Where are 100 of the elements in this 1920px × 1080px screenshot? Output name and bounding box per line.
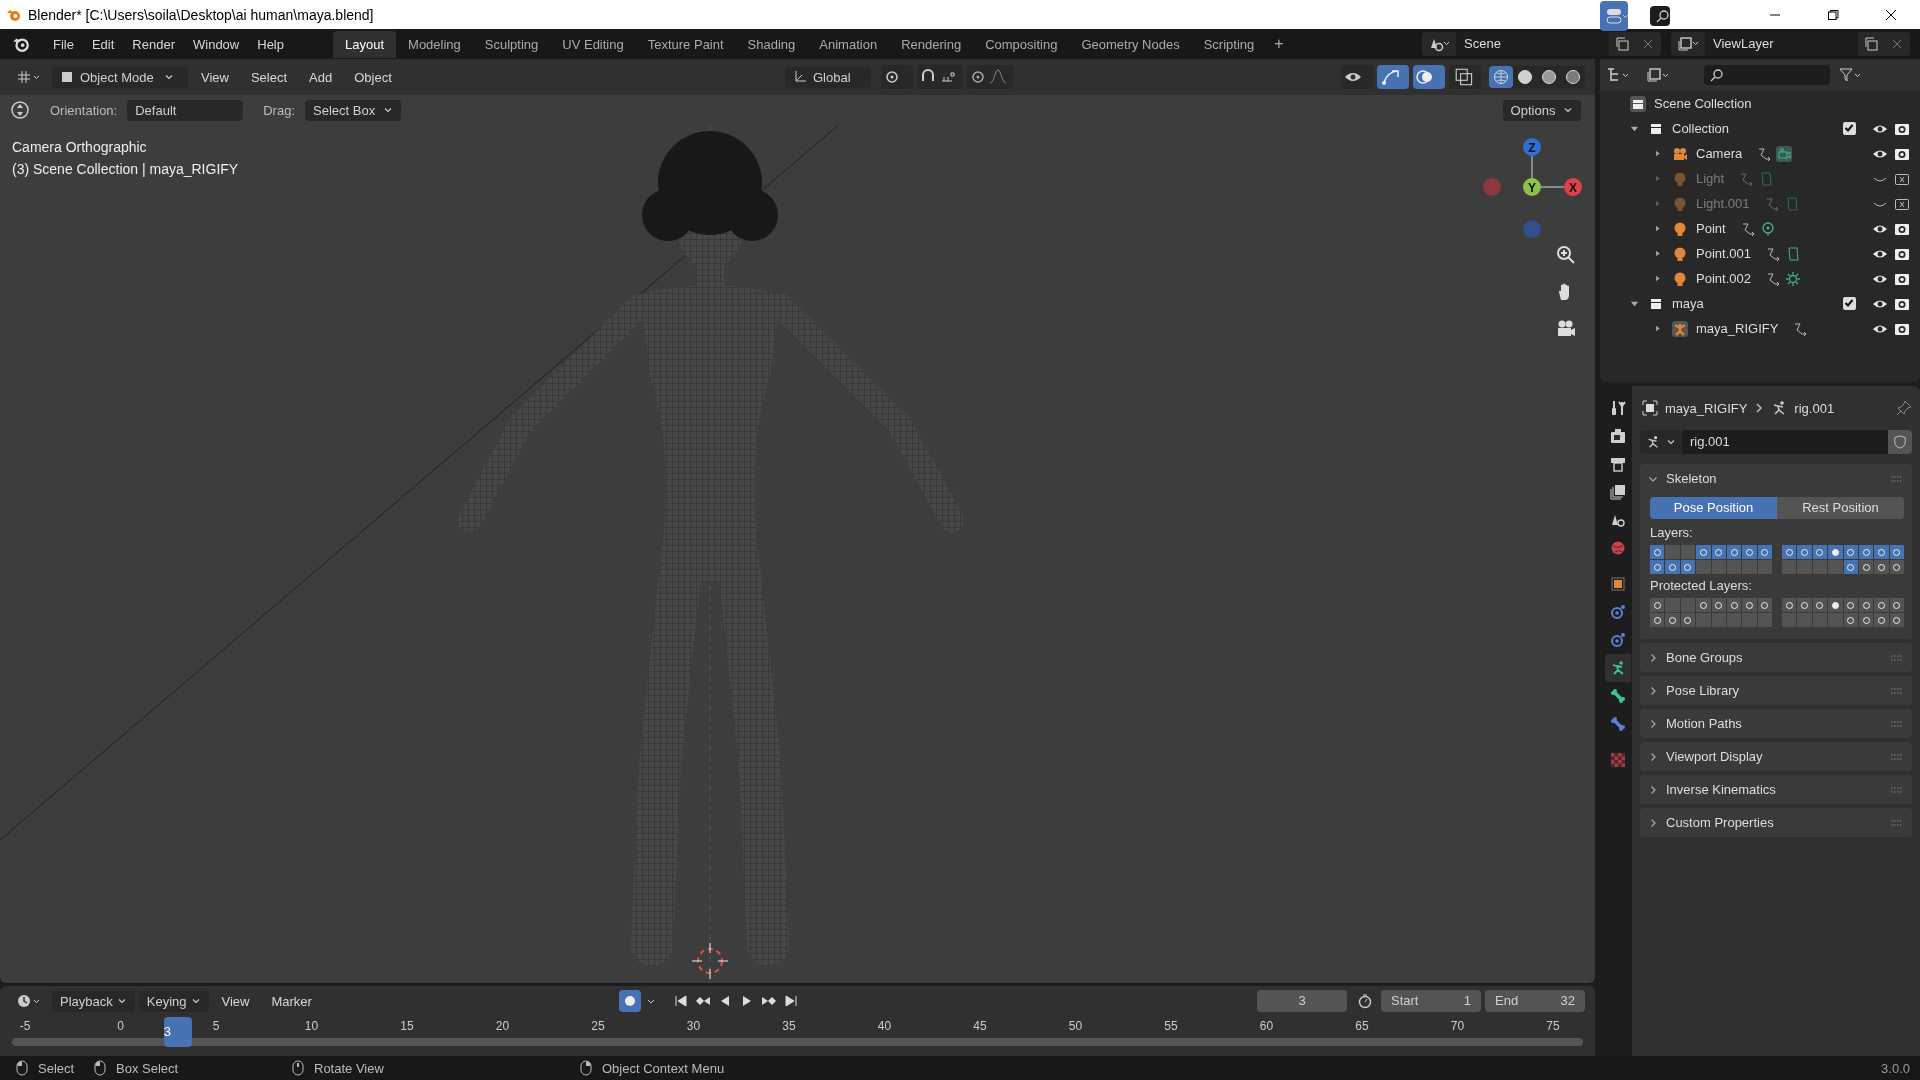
- gizmo-toggle-icon[interactable]: [1377, 65, 1409, 89]
- layer-toggle[interactable]: [1797, 560, 1812, 574]
- magnet-icon[interactable]: [917, 65, 963, 89]
- layer-toggle[interactable]: [1843, 598, 1858, 612]
- drag-handle-icon[interactable]: [1890, 474, 1904, 483]
- overlays-toggle-icon[interactable]: [1413, 65, 1445, 89]
- target-icon[interactable]: [1759, 220, 1776, 237]
- layer-toggle[interactable]: [1726, 545, 1742, 559]
- fake-user-button[interactable]: [1888, 430, 1912, 454]
- layer-toggle[interactable]: [1797, 545, 1812, 559]
- menu-item[interactable]: View: [212, 993, 259, 1009]
- layer-toggle[interactable]: [1828, 560, 1843, 574]
- editor-type-icon[interactable]: [16, 993, 42, 1009]
- layer-toggle[interactable]: [1889, 560, 1904, 574]
- orientation-dropdown[interactable]: Default: [127, 99, 244, 121]
- layer-toggle[interactable]: [1726, 560, 1742, 574]
- maximize-icon[interactable]: [1827, 8, 1839, 21]
- playhead[interactable]: 3: [163, 1017, 192, 1047]
- panel-header[interactable]: Bone Groups: [1648, 650, 1743, 665]
- drag-handle-icon[interactable]: [1890, 653, 1904, 662]
- layer-toggle[interactable]: [1858, 560, 1874, 574]
- panel-header[interactable]: Pose Library: [1648, 683, 1739, 698]
- jump-start-icon[interactable]: [672, 993, 689, 1009]
- triangle-icon[interactable]: [1630, 124, 1639, 133]
- workspace-tab[interactable]: Rendering: [889, 30, 974, 58]
- axis-handle[interactable]: [1523, 178, 1541, 196]
- workspace-tab[interactable]: Sculpting: [472, 30, 551, 58]
- layer-toggle[interactable]: [1874, 545, 1889, 559]
- layer-toggle[interactable]: [1889, 613, 1904, 627]
- outliner-item[interactable]: Light: [1696, 171, 1725, 186]
- layer-toggle[interactable]: [1812, 545, 1828, 559]
- camera-icon[interactable]: [1776, 145, 1793, 162]
- layer-toggle[interactable]: [1858, 598, 1874, 612]
- panel-header[interactable]: Skeleton: [1648, 471, 1717, 486]
- layer-toggle[interactable]: [1711, 613, 1726, 627]
- mode-dropdown[interactable]: Object Mode: [52, 66, 188, 88]
- outliner-item[interactable]: maya_RIGIFY: [1696, 321, 1779, 336]
- outliner-item[interactable]: Collection: [1672, 121, 1730, 136]
- xray-icon[interactable]: [1449, 65, 1481, 89]
- workspace-tab[interactable]: Shading: [735, 30, 808, 58]
- layer-toggle[interactable]: [1874, 613, 1889, 627]
- layer-toggle[interactable]: [1711, 545, 1726, 559]
- layer-toggle[interactable]: [1757, 545, 1772, 559]
- layer-toggle[interactable]: [1782, 545, 1797, 559]
- drag-dropdown[interactable]: Select Box: [305, 99, 401, 121]
- current-frame-field[interactable]: 3: [1257, 990, 1347, 1012]
- triangle-icon[interactable]: [1654, 225, 1661, 232]
- workspace-tab[interactable]: Layout: [333, 30, 397, 58]
- layer-toggle[interactable]: [1726, 613, 1742, 627]
- axis-handle[interactable]: [1564, 178, 1582, 196]
- orientation-dropdown[interactable]: Global: [785, 66, 871, 88]
- layer-toggle[interactable]: [1696, 560, 1711, 574]
- proportional-icon[interactable]: [967, 65, 1013, 89]
- axis-handle[interactable]: [1523, 138, 1541, 156]
- search-field[interactable]: [1704, 65, 1830, 85]
- checkbox[interactable]: [1843, 122, 1856, 135]
- axis-handle[interactable]: [1523, 220, 1541, 238]
- images-icon[interactable]: [1677, 36, 1699, 52]
- layer-toggle[interactable]: [1650, 560, 1665, 574]
- layer-toggle[interactable]: [1650, 613, 1665, 627]
- datablock-type-button[interactable]: [1640, 430, 1682, 454]
- layer-toggle[interactable]: [1680, 545, 1696, 559]
- layer-toggle[interactable]: [1874, 598, 1889, 612]
- panel-header[interactable]: Viewport Display: [1648, 749, 1763, 764]
- pin-icon[interactable]: [1896, 400, 1912, 416]
- layer-toggle[interactable]: [1812, 598, 1828, 612]
- layer-toggle[interactable]: [1742, 598, 1757, 612]
- triangle-icon[interactable]: [1630, 299, 1639, 308]
- layer-toggle[interactable]: [1858, 613, 1874, 627]
- outliner-item[interactable]: Point.002: [1696, 271, 1751, 286]
- layer-toggle[interactable]: [1757, 613, 1772, 627]
- checkbox[interactable]: [1843, 297, 1856, 310]
- layer-toggle[interactable]: [1711, 598, 1726, 612]
- menu-item[interactable]: Object: [345, 69, 401, 85]
- layer-toggle[interactable]: [1650, 545, 1665, 559]
- menu-item[interactable]: Select: [241, 69, 297, 85]
- layer-toggle[interactable]: [1665, 560, 1680, 574]
- layer-toggle[interactable]: [1711, 560, 1726, 574]
- menu-item[interactable]: Add: [300, 69, 342, 85]
- layer-toggle[interactable]: [1696, 545, 1711, 559]
- workspace-tab[interactable]: Texture Paint: [635, 30, 736, 58]
- workspace-tab[interactable]: Geometry Nodes: [1069, 30, 1192, 58]
- layer-toggle[interactable]: [1843, 613, 1858, 627]
- tool-icon[interactable]: [10, 100, 30, 120]
- layer-toggle[interactable]: [1665, 598, 1680, 612]
- layer-toggle[interactable]: [1858, 545, 1874, 559]
- search-field[interactable]: [1650, 6, 1670, 26]
- scrollbar[interactable]: [12, 1038, 1583, 1046]
- layer-toggle[interactable]: [1742, 560, 1757, 574]
- drag-handle-icon[interactable]: [1890, 719, 1904, 728]
- triangle-icon[interactable]: [1654, 250, 1661, 257]
- jump-end-icon[interactable]: [782, 993, 799, 1009]
- layer-toggle[interactable]: [1757, 560, 1772, 574]
- drag-handle-icon[interactable]: [1890, 752, 1904, 761]
- layer-toggle[interactable]: [1874, 560, 1889, 574]
- menu-item[interactable]: Window: [184, 36, 249, 52]
- eye-icon[interactable]: [1341, 65, 1373, 89]
- panel-header[interactable]: Inverse Kinematics: [1648, 782, 1776, 797]
- layer-toggle[interactable]: [1782, 613, 1797, 627]
- drag-handle-icon[interactable]: [1890, 785, 1904, 794]
